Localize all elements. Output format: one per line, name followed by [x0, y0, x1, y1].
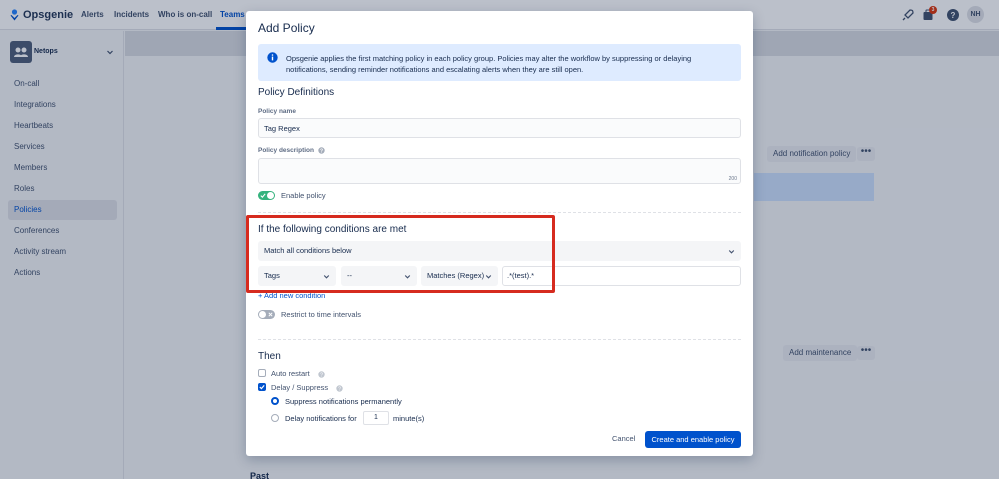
auto-restart-label: Auto restart	[271, 369, 310, 378]
help-circle-icon: ?	[318, 147, 325, 154]
section-divider	[258, 212, 741, 213]
suppress-permanently-label: Suppress notifications permanently	[285, 397, 402, 406]
character-count: 200	[728, 176, 737, 182]
auto-restart-label-row: Auto restart ?	[271, 369, 325, 378]
modal-title: Add Policy	[258, 21, 315, 35]
restrict-time-label: Restrict to time intervals	[281, 310, 362, 319]
restrict-time-toggle[interactable]	[258, 310, 275, 319]
svg-text:?: ?	[320, 149, 323, 155]
toggle-knob	[259, 311, 266, 318]
section-divider	[258, 339, 741, 340]
chevron-down-icon	[728, 250, 735, 254]
conditions-highlight-box	[246, 215, 555, 293]
check-icon	[260, 193, 266, 199]
delay-suppress-label: Delay / Suppress	[271, 383, 329, 392]
then-heading: Then	[258, 351, 281, 362]
enable-policy-toggle[interactable]	[258, 191, 275, 200]
auto-restart-checkbox[interactable]	[258, 369, 266, 377]
suppress-permanently-radio[interactable]	[271, 397, 279, 405]
create-and-enable-policy-button[interactable]: Create and enable policy	[645, 431, 741, 448]
check-icon	[259, 385, 265, 390]
policy-definitions-heading: Policy Definitions	[258, 87, 335, 98]
delay-notifications-radio[interactable]	[271, 414, 279, 422]
info-icon	[267, 52, 278, 63]
policy-description-label-row: Policy description ?	[258, 147, 325, 154]
policy-description-label: Policy description	[258, 147, 314, 155]
cancel-button[interactable]: Cancel	[612, 434, 635, 443]
help-circle-icon: ?	[336, 384, 343, 392]
info-text: Opsgenie applies the first matching poli…	[286, 54, 692, 74]
policy-name-label: Policy name	[258, 108, 296, 115]
enable-policy-label: Enable policy	[281, 191, 326, 200]
delay-notifications-label: Delay notifications for	[285, 414, 357, 423]
svg-text:?: ?	[320, 372, 323, 378]
info-panel: Opsgenie applies the first matching poli…	[258, 44, 741, 81]
svg-text:?: ?	[338, 386, 341, 392]
policy-description-textarea[interactable]: 200	[258, 158, 741, 184]
delay-suppress-checkbox[interactable]	[258, 383, 266, 391]
delay-unit-label: minute(s)	[393, 414, 425, 423]
delay-suppress-label-row: Delay / Suppress ?	[271, 383, 343, 392]
toggle-knob	[267, 192, 274, 199]
close-icon	[268, 312, 273, 317]
help-circle-icon: ?	[318, 370, 325, 378]
policy-name-input[interactable]	[258, 118, 741, 138]
delay-minutes-input[interactable]: 1	[363, 411, 389, 425]
